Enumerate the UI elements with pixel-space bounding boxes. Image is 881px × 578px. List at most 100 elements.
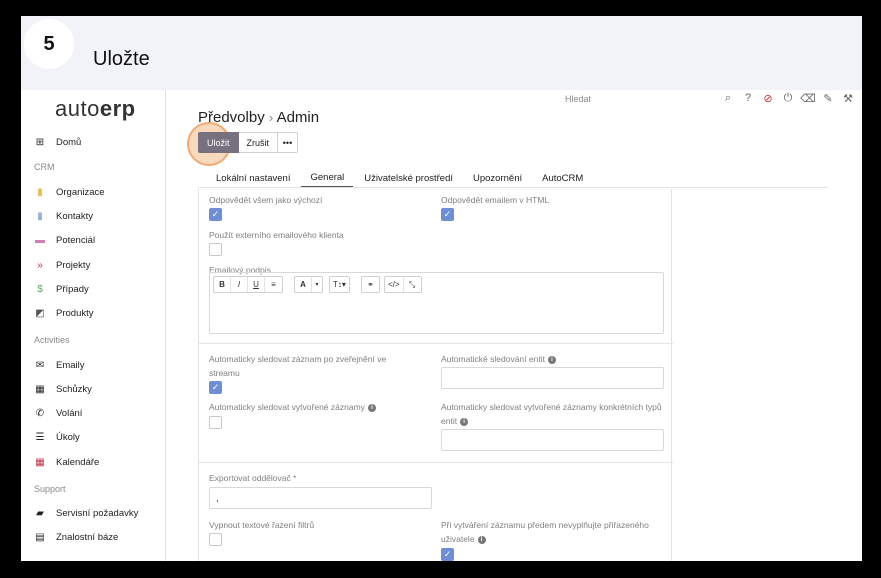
sidebar-item-kontakty[interactable]: ▮ Kontakty <box>33 207 93 225</box>
sidebar-item-produkty[interactable]: ◩ Produkty <box>33 304 93 322</box>
text-size-group: T↕▾ <box>329 276 350 293</box>
tab-lokalni-nastaveni[interactable]: Lokální nastavení <box>207 168 299 188</box>
sidebar-item-emaily[interactable]: ✉ Emaily <box>33 356 85 374</box>
auto-follow-created-types-field[interactable] <box>441 429 664 451</box>
hammer-icon[interactable]: ⚒ <box>840 92 856 105</box>
chevrons-right-icon: » <box>37 259 43 271</box>
export-delimiter-label: Exportovat oddělovač * <box>209 473 297 483</box>
email-signature-editor[interactable]: B I U ≡ A ▾ T↕▾ ⚭ </> ⤡ <box>209 272 664 334</box>
disable-text-filter-label: Vypnout textové řazení filtrů <box>209 520 315 530</box>
tasks-icon: ☰ <box>35 431 45 443</box>
sidebar-item-znalostni-baze[interactable]: ▤ Znalostní báze <box>33 528 118 546</box>
bold-button[interactable]: B <box>214 277 231 292</box>
step-title: Uložte <box>93 48 150 70</box>
auto-follow-posted-label: Automaticky sledovat záznam po zveřejněn… <box>209 354 387 378</box>
reply-html-checkbox[interactable]: ✓ <box>441 208 454 221</box>
brush-icon[interactable]: ✎ <box>820 92 836 105</box>
building-icon: ▮ <box>37 186 43 198</box>
disable-text-filter-checkbox[interactable] <box>209 533 222 546</box>
sidebar-item-projekty[interactable]: » Projekty <box>33 256 90 274</box>
link-button[interactable]: ⚭ <box>362 277 379 292</box>
contact-icon: ▮ <box>37 210 43 222</box>
breadcrumb-separator: › <box>268 110 274 125</box>
sidebar-item-pripady[interactable]: $ Případy <box>33 280 89 298</box>
info-icon: i <box>547 355 556 364</box>
help-icon[interactable]: ? <box>740 92 756 105</box>
tutorial-frame: 5 Uložte autoerp ⊞ Domů CRM ▮ Organizace ▮… <box>21 16 862 561</box>
envelope-icon: ✉ <box>35 359 45 371</box>
blocked-icon[interactable]: ⊘ <box>760 92 776 105</box>
search-icon[interactable]: ⌕ <box>720 92 736 105</box>
tab-bar: Lokální nastavení General Uživatelské pr… <box>207 168 594 188</box>
fullscreen-button[interactable]: ⤡ <box>404 277 421 292</box>
sidebar-item-potencial[interactable]: ▬ Potenciál <box>33 231 95 249</box>
step-header: 5 Uložte <box>21 16 862 90</box>
more-button[interactable]: ••• <box>278 132 299 153</box>
header-toolbar: ⌕ ? ⊘ ⏻ ⌫ ✎ ⚒ <box>720 92 856 105</box>
sidebar-section-support: Support <box>34 484 66 494</box>
section-divider <box>199 343 673 344</box>
auto-follow-entities-label: Automatické sledování entit i <box>441 352 556 366</box>
sidebar-item-volani[interactable]: ✆ Volání <box>33 404 83 422</box>
font-color-dropdown[interactable]: ▾ <box>312 277 322 292</box>
no-fill-assigned-label: Při vytváření záznamu předem nevyplňujte… <box>441 520 649 544</box>
eraser-icon[interactable]: ⌫ <box>800 92 816 105</box>
book-icon: ▤ <box>35 531 45 543</box>
search-input[interactable]: Hledat <box>565 94 591 104</box>
sidebar: autoerp ⊞ Domů CRM ▮ Organizace ▮ Kontakty … <box>21 90 166 561</box>
sidebar-item-ukoly[interactable]: ☰ Úkoly <box>33 428 80 446</box>
format-group: B I U ≡ <box>213 276 283 293</box>
box-icon: ◩ <box>35 307 45 319</box>
sidebar-section-crm: CRM <box>34 162 55 172</box>
sidebar-section-activities: Activities <box>34 335 70 345</box>
sidebar-item-schuzky[interactable]: ▦ Schůzky <box>33 380 92 398</box>
main-content: Hledat ⌕ ? ⊘ ⏻ ⌫ ✎ ⚒ Předvolby › Admin U… <box>167 90 862 561</box>
code-view-button[interactable]: </> <box>385 277 404 292</box>
external-client-checkbox[interactable] <box>209 243 222 256</box>
dollar-icon: $ <box>37 283 43 295</box>
auto-follow-created-types-label: Automaticky sledovat vytvořené záznamy k… <box>441 402 662 426</box>
auto-follow-created-label: Automaticky sledovat vytvořené záznamy i <box>209 400 376 414</box>
auto-follow-entities-field[interactable] <box>441 367 664 389</box>
no-fill-assigned-checkbox[interactable]: ✓ <box>441 548 454 561</box>
power-icon[interactable]: ⏻ <box>780 92 796 105</box>
font-color-button[interactable]: A <box>295 277 312 292</box>
info-icon: i <box>460 417 469 426</box>
briefcase-icon: ▰ <box>36 507 44 519</box>
external-client-label: Použít externího emailového klienta <box>209 230 344 240</box>
clear-format-button[interactable]: ≡ <box>265 277 282 292</box>
italic-button[interactable]: I <box>231 277 248 292</box>
text-size-button[interactable]: T↕▾ <box>330 277 349 292</box>
step-number: 5 <box>24 19 74 69</box>
tab-underline <box>198 187 828 188</box>
logo[interactable]: autoerp <box>55 96 136 122</box>
link-group: ⚭ <box>361 276 380 293</box>
sidebar-item-home[interactable]: ⊞ Domů <box>33 133 82 151</box>
breadcrumb-current: Admin <box>276 109 320 126</box>
save-button[interactable]: Uložit <box>198 132 239 153</box>
code-group: </> ⤡ <box>384 276 422 293</box>
sidebar-item-kalendare[interactable]: ▦ Kalendáře <box>33 453 99 471</box>
tab-upozorneni[interactable]: Upozornění <box>464 168 531 188</box>
underline-button[interactable]: U <box>248 277 265 292</box>
calendar-icon: ▦ <box>35 456 45 468</box>
tab-autocrm[interactable]: AutoCRM <box>533 168 592 188</box>
auto-follow-created-checkbox[interactable] <box>209 416 222 429</box>
color-group: A ▾ <box>294 276 323 293</box>
sidebar-item-servisni-pozadavky[interactable]: ▰ Servisní požadavky <box>33 504 138 522</box>
info-icon: i <box>367 403 376 412</box>
sidebar-item-organizace[interactable]: ▮ Organizace <box>33 183 104 201</box>
reply-html-label: Odpovědět emailem v HTML <box>441 195 550 205</box>
tab-uzivatelske-prostredi[interactable]: Uživatelské prostředí <box>355 168 462 188</box>
auto-follow-posted-checkbox[interactable]: ✓ <box>209 381 222 394</box>
export-delimiter-input[interactable]: , <box>209 487 432 509</box>
action-buttons: Uložit Zrušit ••• <box>198 132 299 153</box>
grid-icon: ⊞ <box>35 136 45 148</box>
calendar-check-icon: ▦ <box>35 383 45 395</box>
id-card-icon: ▬ <box>35 234 45 246</box>
cancel-button[interactable]: Zrušit <box>238 132 279 153</box>
tab-general[interactable]: General <box>301 168 354 188</box>
reply-all-checkbox[interactable]: ✓ <box>209 208 222 221</box>
section-divider <box>199 462 673 463</box>
phone-icon: ✆ <box>35 407 45 419</box>
